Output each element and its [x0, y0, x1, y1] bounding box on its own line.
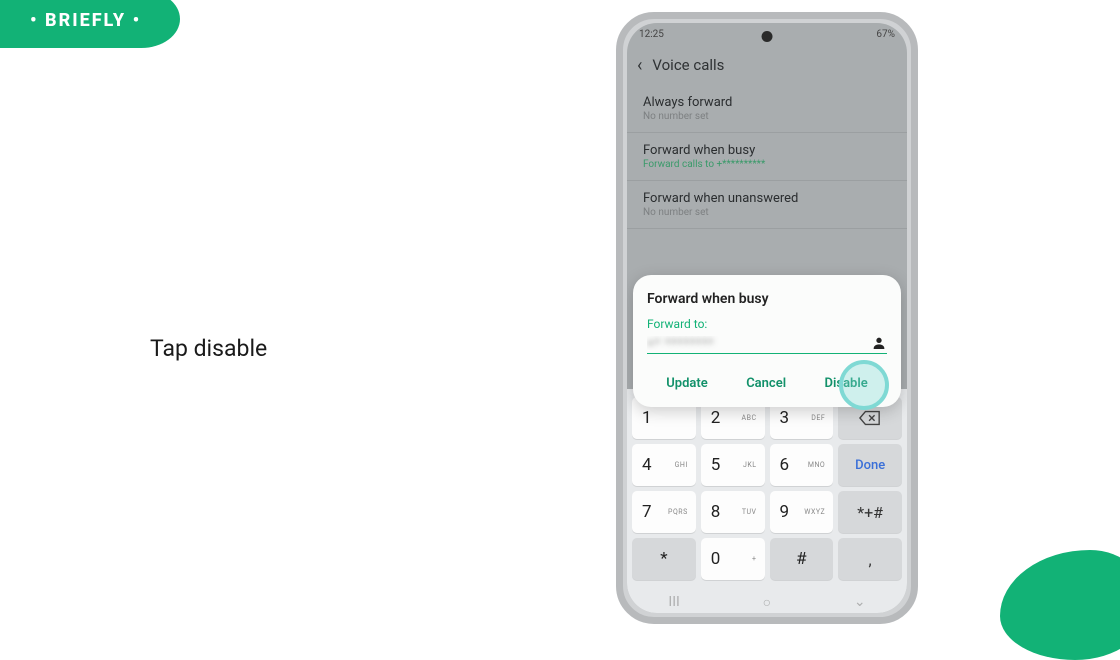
- screen-header: ‹ Voice calls: [627, 45, 907, 85]
- back-icon[interactable]: ‹: [637, 55, 642, 76]
- key-6[interactable]: 6MNO: [770, 444, 834, 486]
- nav-recents-icon[interactable]: III: [668, 594, 679, 610]
- setting-always-forward[interactable]: Always forward No number set: [627, 85, 907, 133]
- brand-logo: • BRIEFLY •: [30, 10, 141, 31]
- forward-number-input[interactable]: +* ********: [647, 336, 871, 350]
- setting-forward-unanswered[interactable]: Forward when unanswered No number set: [627, 181, 907, 229]
- dialog-label: Forward to:: [647, 317, 887, 331]
- numeric-keypad: 1 2ABC 3DEF 4GHI 5JKL 6MNO Done 7PQRS 8T…: [627, 389, 907, 591]
- setting-subtitle: No number set: [643, 111, 891, 122]
- camera-punchhole: [762, 31, 773, 42]
- phone-screen: 12:25 67% ‹ Voice calls Always forward N…: [627, 23, 907, 613]
- decorative-blob: [1000, 550, 1120, 660]
- setting-title: Always forward: [643, 95, 891, 110]
- setting-forward-busy[interactable]: Forward when busy Forward calls to +****…: [627, 133, 907, 181]
- key-8[interactable]: 8TUV: [701, 491, 765, 533]
- key-hash[interactable]: #: [770, 538, 834, 580]
- page-title: Voice calls: [652, 56, 724, 74]
- nav-back-icon[interactable]: ⌄: [854, 594, 866, 610]
- key-symbols[interactable]: *+#: [838, 491, 902, 533]
- contact-icon[interactable]: [871, 335, 887, 351]
- forward-dialog: Forward when busy Forward to: +* *******…: [633, 275, 901, 407]
- key-7[interactable]: 7PQRS: [632, 491, 696, 533]
- key-4[interactable]: 4GHI: [632, 444, 696, 486]
- dialog-actions: Update Cancel Disable: [647, 370, 887, 397]
- status-right: 67%: [876, 29, 895, 40]
- android-navbar: III ○ ⌄: [627, 591, 907, 613]
- nav-home-icon[interactable]: ○: [763, 594, 771, 611]
- instruction-text: Tap disable: [150, 335, 267, 362]
- status-time: 12:25: [639, 29, 664, 40]
- settings-list: Always forward No number set Forward whe…: [627, 85, 907, 229]
- key-done[interactable]: Done: [838, 444, 902, 486]
- key-9[interactable]: 9WXYZ: [770, 491, 834, 533]
- setting-subtitle: No number set: [643, 207, 891, 218]
- setting-title: Forward when unanswered: [643, 191, 891, 206]
- cancel-button[interactable]: Cancel: [738, 370, 794, 397]
- dialog-title: Forward when busy: [647, 291, 887, 307]
- setting-subtitle: Forward calls to +**********: [643, 159, 891, 170]
- key-star[interactable]: *: [632, 538, 696, 580]
- disable-button[interactable]: Disable: [817, 370, 876, 397]
- setting-title: Forward when busy: [643, 143, 891, 158]
- dialog-input-row: +* ********: [647, 335, 887, 354]
- phone-frame: 12:25 67% ‹ Voice calls Always forward N…: [616, 12, 918, 624]
- key-5[interactable]: 5JKL: [701, 444, 765, 486]
- key-comma[interactable]: ,: [838, 538, 902, 580]
- update-button[interactable]: Update: [658, 370, 716, 397]
- key-0[interactable]: 0+: [701, 538, 765, 580]
